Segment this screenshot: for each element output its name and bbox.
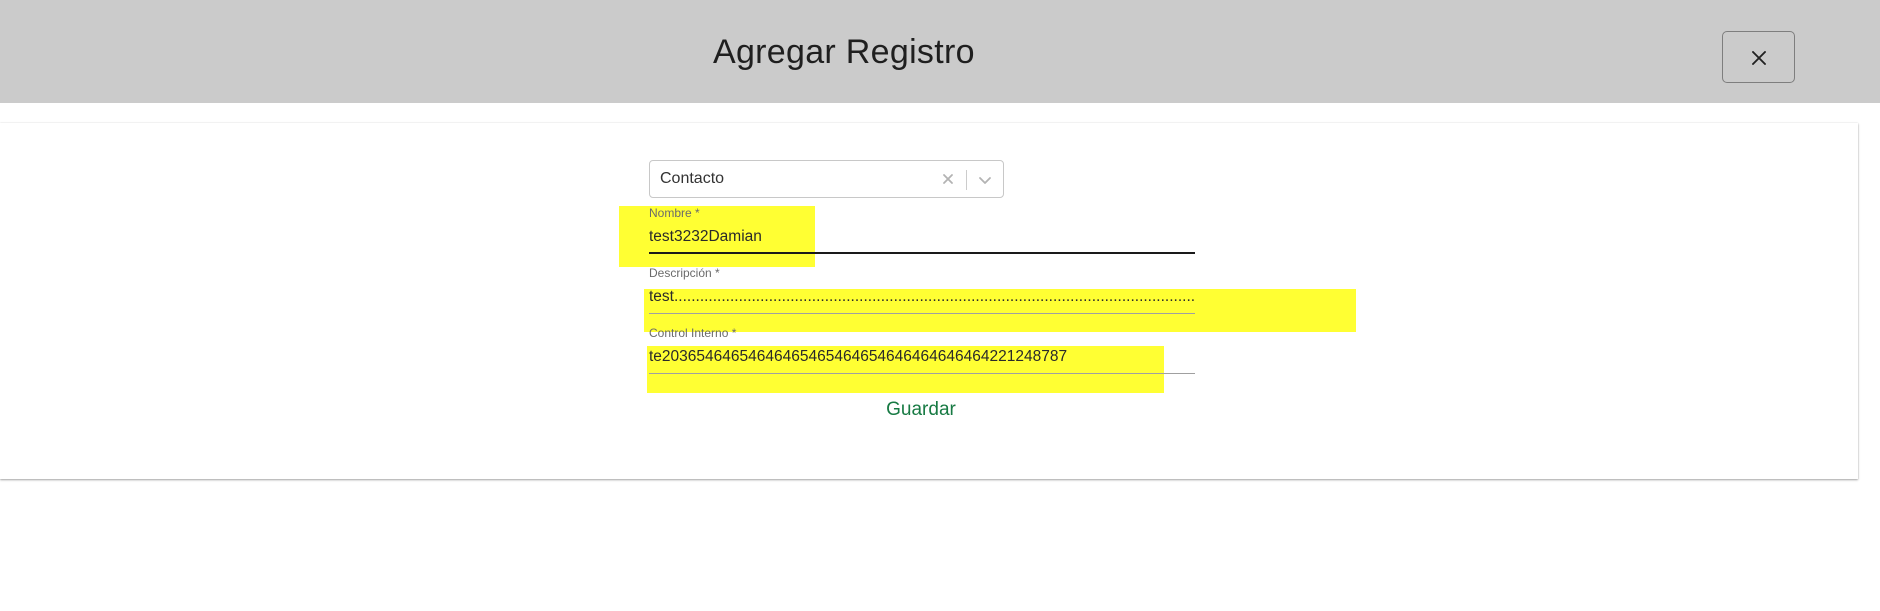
descripcion-underline xyxy=(649,313,1195,314)
control-interno-input[interactable]: te20365464654646465465464654646464646464… xyxy=(649,348,1195,368)
descripcion-input[interactable]: test....................................… xyxy=(649,288,1195,308)
clear-x-icon[interactable] xyxy=(940,171,956,187)
tipo-select[interactable]: Contacto xyxy=(649,160,1004,198)
select-separator xyxy=(966,170,967,190)
nombre-underline xyxy=(649,252,1195,254)
control-interno-label: Control Interno * xyxy=(649,326,737,340)
close-icon xyxy=(1752,51,1766,65)
guardar-button[interactable]: Guardar xyxy=(874,397,968,423)
nombre-label: Nombre * xyxy=(649,206,700,220)
chevron-down-icon[interactable] xyxy=(976,172,994,188)
modal-header: Agregar Registro xyxy=(0,0,1880,103)
control-interno-underline xyxy=(649,373,1195,374)
nombre-input[interactable]: test3232Damian xyxy=(649,228,1195,248)
page-title: Agregar Registro xyxy=(713,33,975,71)
tipo-select-value: Contacto xyxy=(660,170,725,187)
close-button[interactable] xyxy=(1722,31,1795,83)
descripcion-label: Descripción * xyxy=(649,266,720,280)
